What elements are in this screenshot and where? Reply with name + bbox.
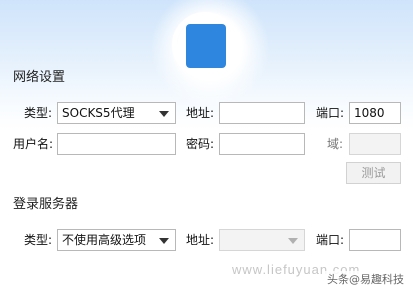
username-label: 用户名: [13,137,54,151]
network-address-input[interactable] [219,102,305,124]
chevron-down-icon [159,111,169,117]
network-type-label: 类型: [24,106,53,120]
network-port-label: 端口: [316,106,345,120]
login-port-label: 端口: [316,233,345,247]
login-type-select[interactable]: 不使用高级选项 [57,229,176,251]
app-logo-icon [186,24,226,68]
login-port-input[interactable] [349,229,401,251]
login-type-label: 类型: [24,233,53,247]
chevron-down-icon [159,238,169,244]
login-server-title: 登录服务器 [13,197,79,212]
username-input[interactable] [57,133,176,155]
network-type-value: SOCKS5代理 [62,106,135,120]
network-address-label: 地址: [186,106,215,120]
password-label: 密码: [186,137,215,151]
test-button[interactable]: 测试 [346,162,401,184]
network-type-select[interactable]: SOCKS5代理 [57,102,176,124]
domain-input[interactable] [349,133,401,155]
domain-label: 域: [327,137,344,151]
password-input[interactable] [219,133,305,155]
network-settings-title: 网络设置 [13,70,66,85]
chevron-down-icon [288,238,298,244]
login-type-value: 不使用高级选项 [62,233,147,247]
login-address-select[interactable] [219,229,305,251]
watermark-badge: 头条@易趣科技 [325,271,406,287]
network-port-input[interactable] [349,102,401,124]
login-address-label: 地址: [186,233,215,247]
